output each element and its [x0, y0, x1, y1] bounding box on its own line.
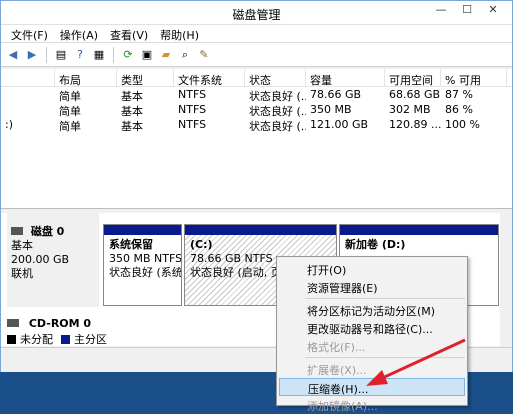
table-cell: NTFS	[178, 103, 207, 116]
menu-action[interactable]: 操作(A)	[54, 25, 104, 42]
column-header[interactable]	[1, 69, 55, 86]
vertical-scrollbar[interactable]	[500, 213, 512, 346]
console-icon[interactable]: ▤	[53, 47, 69, 63]
table-cell: 状态良好 (...	[249, 105, 306, 117]
column-header[interactable]: 容量	[306, 69, 385, 86]
disk-icon	[11, 227, 23, 235]
table-cell: 100 %	[445, 118, 480, 131]
disk-0-label[interactable]: 磁盘 0 基本 200.00 GB 联机	[7, 213, 99, 307]
menu-item-change-drive-letter[interactable]: 更改驱动器号和路径(C)...	[279, 319, 465, 337]
column-header[interactable]: 文件系统	[174, 69, 245, 86]
table-cell: 86 %	[445, 103, 473, 116]
back-arrow-icon[interactable]: ◀	[5, 47, 21, 63]
menu-item-explorer[interactable]: 资源管理器(E)	[279, 278, 465, 296]
rescan-disk-icon[interactable]: ▣	[139, 47, 155, 63]
table-cell: 基本	[121, 105, 143, 117]
cdrom-label[interactable]: CD-ROM 0	[7, 317, 307, 331]
maximize-button[interactable]: ☐	[454, 1, 480, 19]
disk-name: 磁盘 0	[30, 225, 65, 238]
column-header[interactable]: % 可用	[441, 69, 507, 86]
column-header[interactable]: 类型	[117, 69, 174, 86]
cdrom-name: CD-ROM 0	[28, 317, 92, 330]
context-menu: 打开(O) 资源管理器(E) 将分区标记为活动分区(M) 更改驱动器号和路径(C…	[276, 256, 468, 413]
disk-type: 基本	[11, 239, 33, 252]
legend-label: 主分区	[74, 333, 107, 346]
legend-swatch-primary	[61, 334, 70, 344]
menu-view[interactable]: 查看(V)	[104, 25, 154, 42]
table-cell	[1, 87, 55, 102]
menu-item-add-mirror[interactable]: 添加镜像(A)...	[279, 396, 465, 414]
legend-swatch-unallocated	[7, 334, 16, 344]
volume-list: 布局 类型 文件系统 状态 容量 可用空间 % 可用 简单 基本 NTFS 状态…	[1, 69, 512, 209]
table-cell: 121.00 GB	[310, 118, 369, 131]
column-header[interactable]: 状态	[245, 69, 306, 86]
toolbar: ◀ ▶ ▤ ? ▦ ⟳ ▣ ▰ ⌕ ✎	[1, 43, 512, 67]
table-cell: 基本	[121, 90, 143, 102]
table-row[interactable]: 简单 基本 NTFS 状态良好 (... 78.66 GB 68.68 GB 8…	[1, 87, 512, 102]
table-cell: 简单	[59, 120, 81, 132]
menu-separator	[305, 298, 465, 299]
menu-item-mark-active[interactable]: 将分区标记为活动分区(M)	[279, 301, 465, 319]
minimize-button[interactable]: —	[428, 1, 454, 19]
menu-help[interactable]: 帮助(H)	[154, 25, 205, 42]
table-cell: 基本	[121, 120, 143, 132]
partition-name: (C:)	[190, 238, 213, 251]
partition-status: 状态良好 (系统,	[109, 266, 181, 279]
menu-bar: 文件(F) 操作(A) 查看(V) 帮助(H)	[1, 25, 512, 43]
partition-name: 系统保留	[109, 238, 153, 251]
menu-item-format[interactable]: 格式化(F)...	[279, 337, 465, 355]
legend: 未分配 主分区	[7, 331, 107, 347]
help-icon[interactable]: ?	[72, 47, 88, 63]
settings-icon[interactable]: ✎	[196, 47, 212, 63]
refresh-icon[interactable]: ⟳	[120, 47, 136, 63]
search-icon[interactable]: ⌕	[177, 47, 193, 63]
table-cell: 68.68 GB	[389, 88, 441, 101]
forward-arrow-icon[interactable]: ▶	[24, 47, 40, 63]
menu-item-extend-volume[interactable]: 扩展卷(X)...	[279, 360, 465, 378]
table-cell: 简单	[59, 105, 81, 117]
cdrom-icon	[7, 319, 19, 327]
column-header[interactable]: 可用空间	[385, 69, 441, 86]
table-cell: :)	[5, 118, 13, 131]
table-cell: 简单	[59, 90, 81, 102]
volume-list-header: 布局 类型 文件系统 状态 容量 可用空间 % 可用	[1, 69, 512, 87]
legend-label: 未分配	[20, 333, 53, 346]
table-cell	[1, 102, 55, 117]
table-cell: 状态良好 (...	[249, 90, 306, 102]
menu-file[interactable]: 文件(F)	[5, 25, 54, 42]
menu-separator	[305, 357, 465, 358]
disk-size: 200.00 GB	[11, 253, 70, 266]
partition-size: 350 MB NTFS	[109, 252, 181, 265]
table-cell: 302 MB	[389, 103, 431, 116]
properties-icon[interactable]: ▦	[91, 47, 107, 63]
menu-item-shrink-volume[interactable]: 压缩卷(H)...	[279, 378, 465, 396]
partition-name: 新加卷 (D:)	[345, 238, 406, 251]
table-row[interactable]: :) 简单 基本 NTFS 状态良好 (... 121.00 GB 120.89…	[1, 117, 512, 132]
open-folder-icon[interactable]: ▰	[158, 47, 174, 63]
table-cell: 350 MB	[310, 103, 352, 116]
title-bar[interactable]: 磁盘管理 — ☐ ✕	[1, 1, 512, 25]
table-cell: 状态良好 (...	[249, 120, 306, 132]
table-row[interactable]: 简单 基本 NTFS 状态良好 (... 350 MB 302 MB 86 %	[1, 102, 512, 117]
column-header[interactable]: 布局	[55, 69, 117, 86]
disk-status: 联机	[11, 267, 33, 280]
table-cell: 87 %	[445, 88, 473, 101]
close-button[interactable]: ✕	[480, 1, 506, 19]
table-cell: 120.89 ...	[389, 118, 441, 131]
table-cell: NTFS	[178, 88, 207, 101]
table-cell: 78.66 GB	[310, 88, 362, 101]
table-cell: NTFS	[178, 118, 207, 131]
menu-item-open[interactable]: 打开(O)	[279, 260, 465, 278]
partition-system-reserved[interactable]: 系统保留 350 MB NTFS 状态良好 (系统,	[103, 224, 182, 306]
